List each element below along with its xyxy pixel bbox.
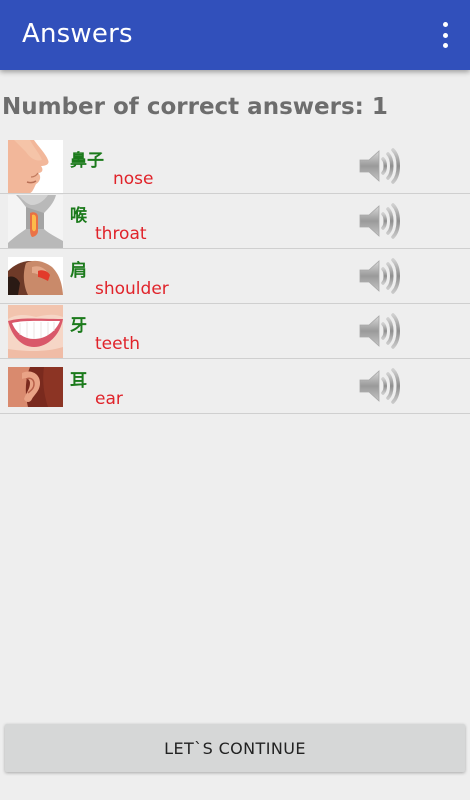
ear-photo: [8, 367, 63, 407]
answers-list: 鼻子 nose 喉 throat 肩 shoulder 牙 teeth 耳 ea…: [0, 139, 470, 414]
shoulder-photo: [8, 257, 63, 295]
english-word: throat: [95, 224, 147, 244]
overflow-menu-icon[interactable]: [440, 22, 450, 48]
speaker-icon[interactable]: [358, 203, 402, 239]
chinese-word: 耳: [70, 371, 87, 391]
app-bar: Answers: [0, 0, 470, 70]
teeth-photo: [8, 305, 63, 358]
chinese-word: 肩: [70, 261, 87, 281]
continue-button[interactable]: LET`S CONTINUE: [5, 724, 465, 772]
english-word: ear: [95, 389, 123, 409]
list-item: 鼻子 nose: [0, 139, 470, 194]
speaker-icon[interactable]: [358, 368, 402, 404]
chinese-word: 牙: [70, 316, 87, 336]
nose-photo: [8, 140, 63, 193]
english-word: teeth: [95, 334, 141, 354]
english-word: nose: [113, 169, 154, 189]
chinese-word: 鼻子: [70, 151, 104, 171]
correct-answers-count: Number of correct answers: 1: [2, 94, 388, 120]
list-item: 肩 shoulder: [0, 249, 470, 304]
list-item: 牙 teeth: [0, 304, 470, 359]
throat-photo: [8, 195, 63, 248]
english-word: shoulder: [95, 279, 169, 299]
list-item: 耳 ear: [0, 359, 470, 414]
speaker-icon[interactable]: [358, 313, 402, 349]
chinese-word: 喉: [70, 206, 87, 226]
list-item: 喉 throat: [0, 194, 470, 249]
page-title: Answers: [22, 19, 133, 49]
speaker-icon[interactable]: [358, 148, 402, 184]
speaker-icon[interactable]: [358, 258, 402, 294]
